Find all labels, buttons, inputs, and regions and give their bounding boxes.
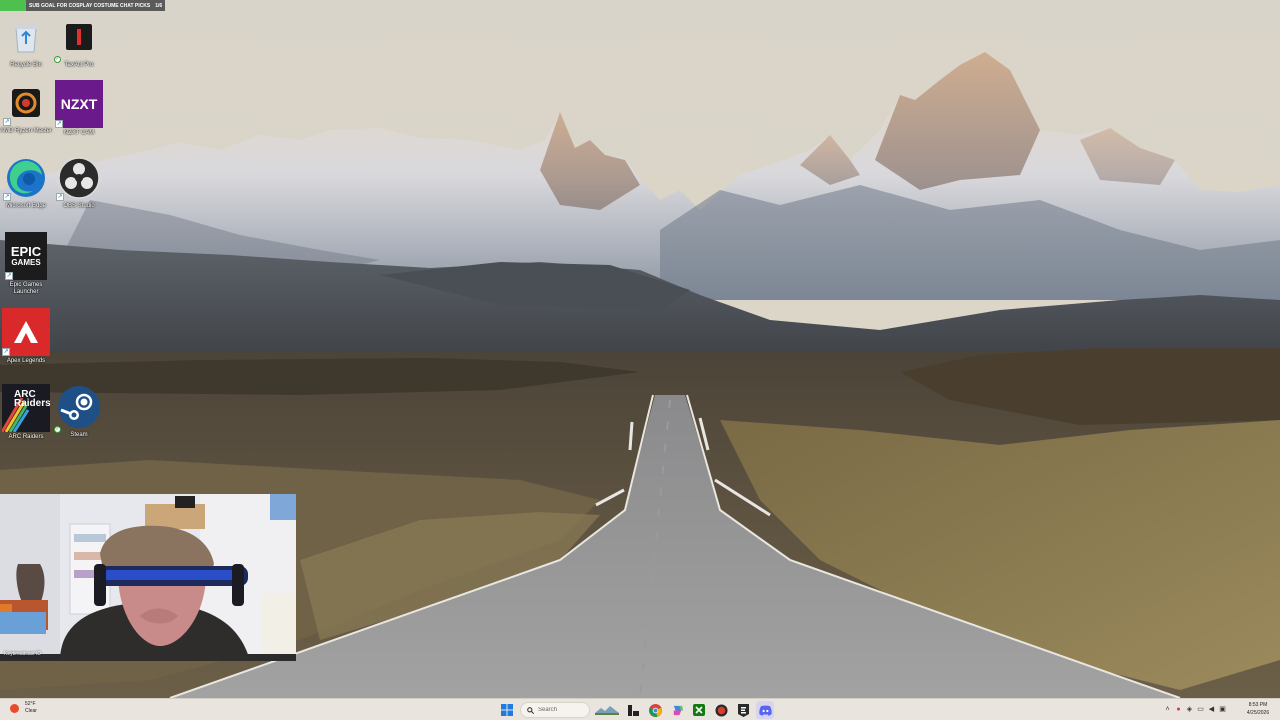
discord-icon: [758, 705, 772, 716]
sync-status-icon: ✓: [54, 56, 61, 63]
desktop-icon-obs-studio[interactable]: ↗ OBS Studio: [53, 155, 105, 210]
weather-condition: Clear: [25, 708, 37, 714]
apex-legends-icon: ↗: [2, 308, 50, 356]
icon-label: Microsoft Edge: [5, 203, 47, 209]
taskbar-epic-games[interactable]: [734, 701, 752, 719]
copilot-icon: [673, 705, 683, 715]
weather-temp: 52°F: [25, 701, 36, 707]
system-tray: ˄ ● ◈ ▭ ◀ ▣: [1162, 702, 1228, 716]
taxact-icon: ✓: [54, 14, 102, 63]
taskbar-copilot[interactable]: [668, 701, 686, 719]
weather-icon: [10, 703, 19, 713]
windows-logo-icon: [501, 704, 513, 716]
desktop-icon-steam[interactable]: ✓ Steam: [53, 384, 105, 439]
weather-widget[interactable]: 52°F Clear: [10, 701, 37, 715]
red-tray-icon[interactable]: ●: [1173, 702, 1184, 716]
chrome-icon: [648, 703, 662, 717]
icon-label: ARC Raiders: [8, 434, 44, 440]
desktop-icon-apex-legends[interactable]: ↗ Apex Legends: [0, 308, 52, 365]
taskbar-search[interactable]: [520, 702, 590, 718]
webcam-feed: [0, 494, 296, 661]
taskbar-apps: [498, 701, 778, 719]
icon-label: OBS Studio: [63, 203, 95, 209]
clock[interactable]: 8:53 PM 4/25/2026: [1240, 701, 1276, 717]
taskbar-red-app[interactable]: [712, 701, 730, 719]
steam-icon: ✓: [54, 384, 102, 433]
epic-logo-subtext: GAMES: [11, 257, 41, 267]
widgets-icon: [595, 706, 619, 715]
shortcut-arrow-icon: ↗: [2, 348, 10, 356]
search-icon: [527, 706, 534, 714]
network-icon[interactable]: ▭: [1195, 702, 1206, 716]
epic-small-icon: [737, 703, 749, 717]
icon-label: Epic Games Launcher: [9, 282, 43, 295]
shortcut-arrow-icon: ↗: [55, 120, 63, 128]
taskbar-xbox[interactable]: [690, 701, 708, 719]
desktop-icon-epic-games[interactable]: EPIC GAMES ↗ Epic Games Launcher: [0, 232, 52, 296]
obs-studio-icon: ↗: [56, 155, 102, 201]
xbox-icon: [693, 704, 705, 716]
edge-icon: ↗: [3, 155, 49, 201]
icon-label: AMD Ryzen Master: [0, 128, 53, 134]
taskbar-task-view[interactable]: [624, 701, 642, 719]
desktop-icon-arc-raiders[interactable]: ARC Raiders ARC Raiders: [0, 384, 52, 441]
red-app-icon: [714, 703, 728, 717]
arc-logo-subtext: Raiders: [14, 398, 50, 409]
shield-icon[interactable]: ◈: [1184, 702, 1195, 716]
desktop-icon-recycle-bin[interactable]: Recycle Bin: [0, 14, 52, 69]
nzxt-logo-text: NZXT: [60, 96, 98, 112]
arc-raiders-icon: ARC Raiders: [2, 384, 50, 432]
icon-label: Apex Legends: [6, 358, 46, 364]
task-view-icon: [627, 704, 639, 716]
epic-logo-text: EPIC: [10, 243, 42, 259]
taskbar-discord[interactable]: [756, 701, 774, 719]
nzxt-cam-icon: NZXT ↗: [55, 80, 103, 128]
desktop-icon-edge[interactable]: ↗ Microsoft Edge: [0, 155, 52, 210]
shortcut-arrow-icon: ↗: [5, 272, 13, 280]
shortcut-arrow-icon: ↗: [3, 193, 11, 201]
people-icon[interactable]: ▣: [1217, 702, 1228, 716]
icon-label: TaxAct Pro: [64, 62, 94, 68]
desktop-icon-ryzen-master[interactable]: ↗ AMD Ryzen Master: [0, 80, 52, 135]
recycle-bin-icon: [3, 14, 49, 60]
volume-icon[interactable]: ◀: [1206, 702, 1217, 716]
ryzen-master-icon: ↗: [3, 80, 49, 126]
icon-label: Steam: [70, 432, 88, 438]
taskbar: 52°F Clear Search ˄ ● ◈ ▭ ◀ ▣ 8:53 PM 4/…: [0, 698, 1280, 720]
goal-count: 1/6: [155, 2, 163, 9]
webcam-label: Keybroadcast ID: [4, 651, 41, 657]
taskbar-chrome[interactable]: [646, 701, 664, 719]
webcam-overlay: Keybroadcast ID: [0, 494, 296, 661]
start-button[interactable]: [498, 701, 516, 719]
icon-label: Recycle Bin: [10, 62, 42, 68]
epic-games-icon: EPIC GAMES ↗: [5, 232, 47, 280]
goal-text: SUB GOAL FOR COSPLAY COSTUME CHAT PICKS: [29, 2, 151, 9]
sub-goal-bar: SUB GOAL FOR COSPLAY COSTUME CHAT PICKS …: [0, 0, 165, 11]
shortcut-arrow-icon: ↗: [3, 118, 11, 126]
chevron-up-icon[interactable]: ˄: [1162, 702, 1173, 716]
goal-progress-fill: [0, 0, 26, 11]
desktop-icon-nzxt-cam[interactable]: NZXT ↗ NZXT CAM: [53, 80, 105, 137]
desktop-icon-taxact[interactable]: ✓ TaxAct Pro: [53, 14, 105, 69]
shortcut-arrow-icon: ↗: [56, 193, 64, 201]
clock-time: 8:53 PM: [1248, 702, 1268, 708]
taskbar-landscape-widget[interactable]: [594, 701, 620, 719]
icon-label: NZXT CAM: [63, 130, 95, 136]
clock-date: 4/25/2026: [1246, 710, 1270, 716]
sync-status-icon: ✓: [54, 426, 61, 433]
search-input[interactable]: [538, 707, 586, 713]
